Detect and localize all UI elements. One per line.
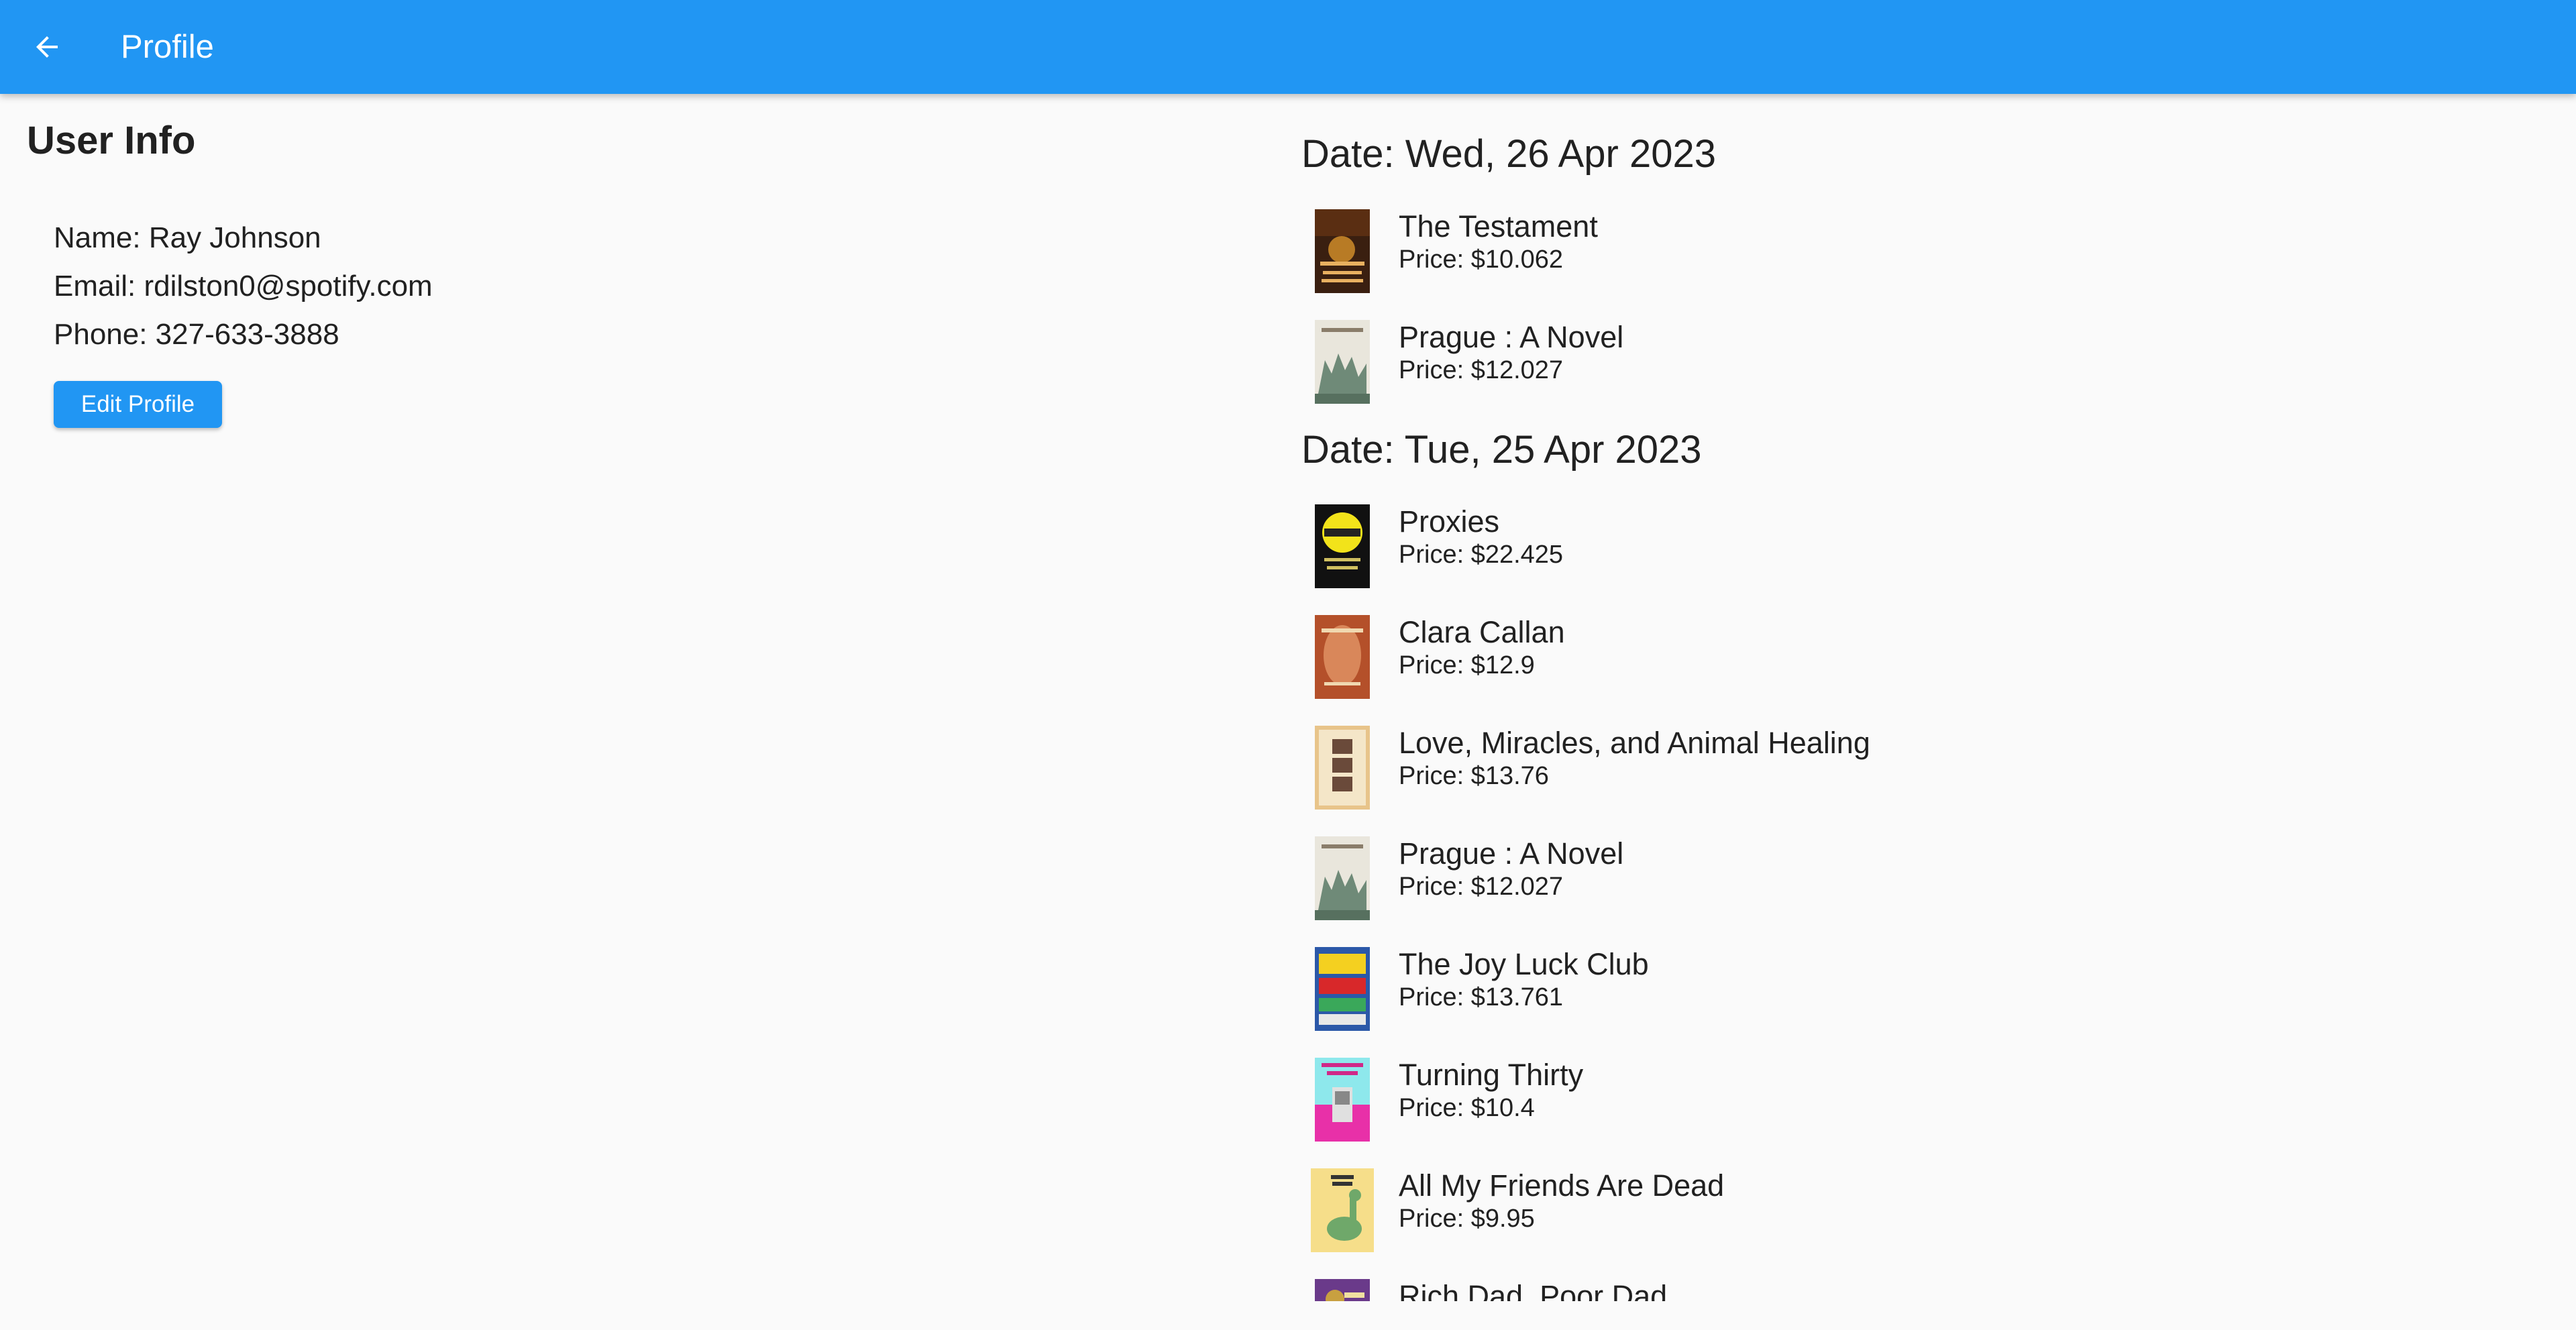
order-date-header: Date: Tue, 25 Apr 2023 [1301,428,1702,472]
book-title: All My Friends Are Dead [1399,1168,1725,1203]
list-item[interactable]: Proxies Price: $22.425 [1301,491,2563,588]
back-button[interactable] [0,0,94,94]
list-item[interactable]: The Testament Price: $10.062 [1301,196,2563,293]
user-name: Name: Ray Johnson [54,221,321,254]
order-history-list[interactable]: Date: Wed, 26 Apr 2023 The Testament Pri… [1301,94,2576,1301]
list-item[interactable]: Prague : A Novel Price: $12.027 [1301,823,2563,920]
user-info-panel: User Info Name: Ray Johnson Email: rdils… [0,94,1275,1330]
book-title: The Testament [1399,209,1598,243]
book-price: Price: $13.761 [1399,983,1564,1011]
book-cover-image [1315,947,1370,1031]
book-price: Price: $12.027 [1399,873,1564,901]
list-item[interactable]: Clara Callan Price: $12.9 [1301,602,2563,699]
user-info-title: User Info [27,119,196,162]
book-price: Price: $22.425 [1399,541,1564,569]
book-cover-image [1315,504,1370,588]
book-cover-image [1315,836,1370,920]
list-item[interactable]: Prague : A Novel Price: $12.027 [1301,307,2563,404]
book-cover-image [1315,615,1370,699]
list-item[interactable]: Turning Thirty Price: $10.4 [1301,1044,2563,1142]
book-price: Price: $13.76 [1399,762,1549,790]
book-title: Turning Thirty [1399,1058,1584,1092]
content-area: User Info Name: Ray Johnson Email: rdils… [0,94,2576,1330]
book-title: Love, Miracles, and Animal Healing [1399,726,1870,760]
arrow-left-icon [36,36,58,58]
list-item[interactable]: Love, Miracles, and Animal Healing Price… [1301,712,2563,810]
book-price: Price: $12.027 [1399,356,1564,384]
book-price: Price: $10.062 [1399,245,1564,274]
list-item[interactable]: The Joy Luck Club Price: $13.761 [1301,934,2563,1031]
book-price: Price: $9.95 [1399,1205,1535,1233]
app-bar: Profile [0,0,2576,94]
book-title: Prague : A Novel [1399,836,1624,871]
edit-profile-button[interactable]: Edit Profile [54,381,222,428]
book-title: Rich Dad, Poor Dad [1399,1279,1668,1301]
book-cover-image [1311,1168,1374,1252]
book-cover-image [1315,1279,1370,1301]
user-email: Email: rdilston0@spotify.com [54,270,433,302]
page-title: Profile [121,29,214,65]
book-title: Clara Callan [1399,615,1565,649]
book-cover-image [1315,320,1370,404]
book-cover-image [1315,209,1370,293]
book-title: Proxies [1399,504,1500,539]
list-item[interactable]: All My Friends Are Dead Price: $9.95 [1301,1155,2563,1252]
book-price: Price: $12.9 [1399,651,1535,679]
user-phone: Phone: 327-633-3888 [54,318,339,351]
book-title: Prague : A Novel [1399,320,1624,354]
book-price: Price: $10.4 [1399,1094,1535,1122]
order-date-header: Date: Wed, 26 Apr 2023 [1301,132,1717,176]
book-title: The Joy Luck Club [1399,947,1649,981]
list-item[interactable]: Rich Dad, Poor Dad [1301,1266,2563,1301]
book-cover-image [1315,1058,1370,1142]
book-cover-image [1315,726,1370,810]
